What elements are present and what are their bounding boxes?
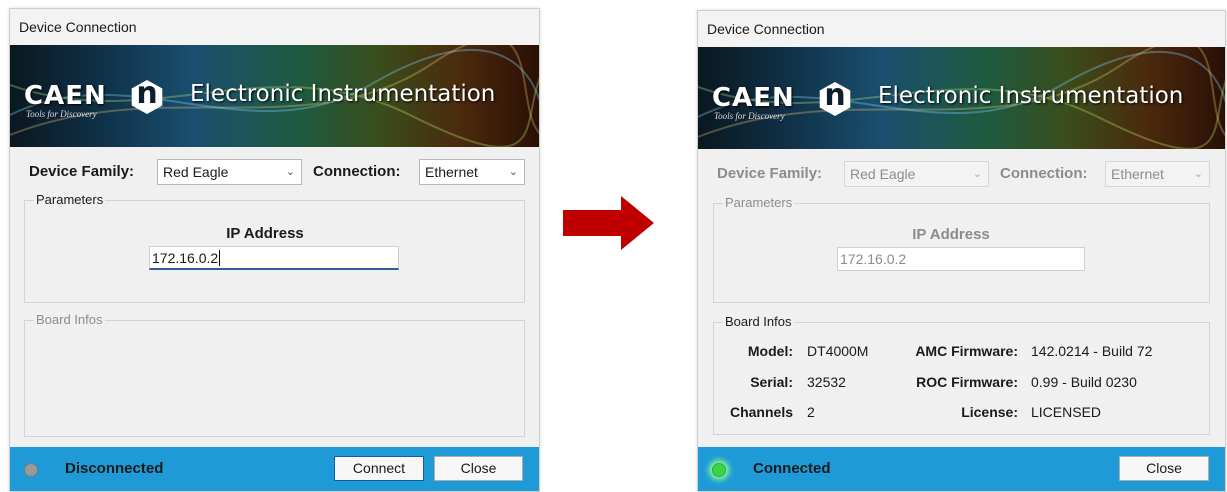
status-bar: Disconnected Connect Close bbox=[10, 447, 539, 491]
device-connection-window-connected: Device Connection CAEN Tools for Discove… bbox=[697, 10, 1226, 492]
right-arrow-icon bbox=[563, 196, 654, 250]
board-infos-group: Board Infos Model: DT4000M Serial: 32532… bbox=[713, 314, 1210, 435]
chevron-down-icon: ⌄ bbox=[508, 166, 518, 178]
connection-status-text: Disconnected bbox=[65, 460, 164, 477]
device-family-value: Red Eagle bbox=[163, 164, 229, 180]
window-title: Device Connection bbox=[10, 9, 539, 45]
caen-tagline: Tools for Discovery bbox=[26, 109, 97, 119]
serial-label: Serial: bbox=[750, 374, 793, 390]
board-infos-group-title: Board Infos bbox=[723, 314, 794, 329]
parameters-group: Parameters IP Address 172.16.0.2 bbox=[24, 192, 525, 303]
device-family-select[interactable]: Red Eagle ⌄ bbox=[157, 159, 302, 185]
banner-title: Electronic Instrumentation bbox=[190, 81, 496, 107]
model-value: DT4000M bbox=[807, 343, 869, 359]
parameters-group-title: Parameters bbox=[34, 192, 106, 207]
serial-value: 32532 bbox=[807, 374, 846, 390]
banner-title: Electronic Instrumentation bbox=[878, 83, 1184, 109]
close-button[interactable]: Close bbox=[1119, 456, 1209, 481]
window-title: Device Connection bbox=[698, 11, 1225, 47]
connection-label: Connection: bbox=[313, 163, 401, 180]
ip-address-value: 172.16.0.2 bbox=[152, 250, 219, 266]
chevron-down-icon: ⌄ bbox=[972, 168, 982, 180]
parameters-group: Parameters IP Address 172.16.0.2 bbox=[713, 195, 1210, 303]
connection-value: Ethernet bbox=[425, 164, 478, 180]
license-label: License: bbox=[961, 404, 1018, 420]
caen-tagline: Tools for Discovery bbox=[714, 111, 785, 121]
connect-button[interactable]: Connect bbox=[334, 456, 424, 481]
connection-select[interactable]: Ethernet ⌄ bbox=[419, 159, 525, 185]
ip-address-value: 172.16.0.2 bbox=[840, 251, 907, 267]
close-button[interactable]: Close bbox=[434, 456, 523, 481]
caen-banner: CAEN Tools for Discovery Electronic Inst… bbox=[10, 45, 539, 147]
chevron-down-icon: ⌄ bbox=[285, 166, 295, 178]
connection-select[interactable]: Ethernet ⌄ bbox=[1105, 161, 1210, 187]
ip-address-label: IP Address bbox=[226, 225, 304, 242]
device-connection-window-disconnected: Device Connection CAEN Tools for Discove… bbox=[9, 8, 540, 492]
amc-firmware-label: AMC Firmware: bbox=[915, 343, 1018, 359]
status-bar: Connected Close bbox=[698, 447, 1225, 491]
device-family-label: Device Family: bbox=[717, 165, 823, 182]
roc-firmware-label: ROC Firmware: bbox=[916, 374, 1018, 390]
chevron-down-icon: ⌄ bbox=[1193, 168, 1203, 180]
license-value: LICENSED bbox=[1031, 404, 1102, 420]
parameters-group-title: Parameters bbox=[723, 195, 795, 210]
amc-firmware-value: 142.0214 - Build 72 bbox=[1031, 343, 1153, 359]
board-infos-group-title: Board Infos bbox=[34, 312, 105, 327]
status-led-icon bbox=[712, 463, 726, 477]
device-family-value: Red Eagle bbox=[850, 166, 916, 182]
roc-firmware-value: 0.99 - Build 0230 bbox=[1031, 374, 1137, 390]
caen-banner: CAEN Tools for Discovery Electronic Inst… bbox=[698, 47, 1225, 149]
ip-address-input[interactable]: 172.16.0.2 bbox=[837, 247, 1085, 271]
device-family-select[interactable]: Red Eagle ⌄ bbox=[844, 161, 989, 187]
device-family-label: Device Family: bbox=[29, 163, 135, 180]
channels-label: Channels bbox=[729, 404, 793, 420]
channels-value: 2 bbox=[807, 404, 815, 420]
ip-address-input[interactable]: 172.16.0.2 bbox=[149, 246, 399, 270]
status-led-icon bbox=[24, 463, 38, 477]
model-label: Model: bbox=[747, 343, 793, 359]
ip-address-label: IP Address bbox=[912, 226, 990, 243]
board-infos-group: Board Infos bbox=[24, 312, 525, 437]
caen-logo-text: CAEN bbox=[712, 83, 795, 113]
connection-value: Ethernet bbox=[1111, 166, 1164, 182]
connection-label: Connection: bbox=[1000, 165, 1088, 182]
caen-logo-text: CAEN bbox=[24, 81, 107, 111]
connection-status-text: Connected bbox=[753, 460, 831, 477]
